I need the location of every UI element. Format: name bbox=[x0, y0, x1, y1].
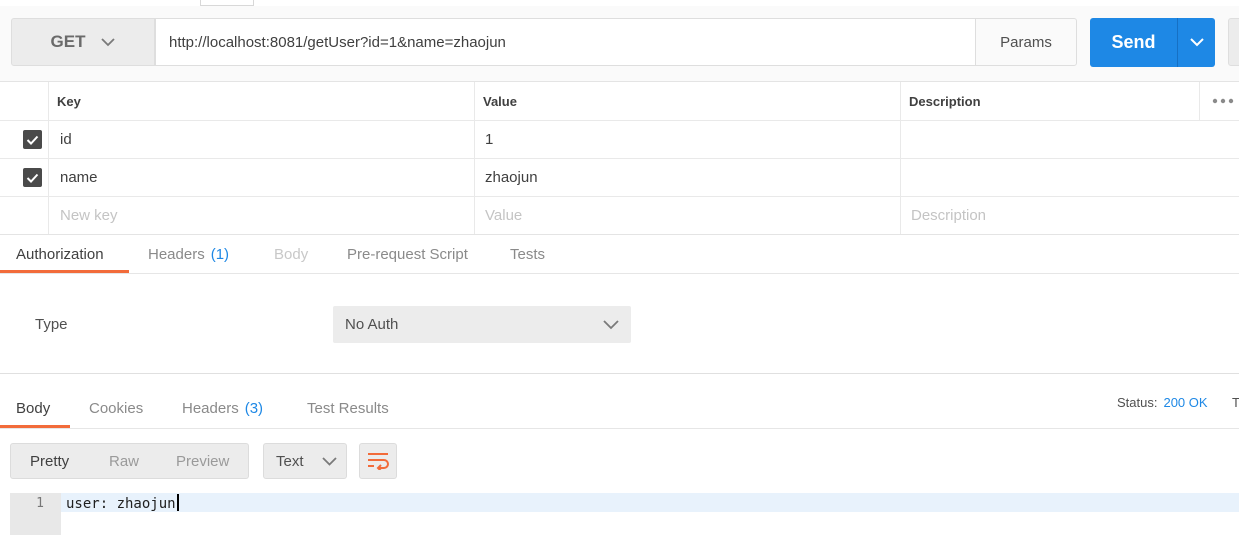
method-label: GET bbox=[50, 32, 86, 51]
preview-button[interactable]: Preview bbox=[176, 444, 229, 478]
tab-headers-count: (1) bbox=[210, 246, 230, 263]
status-value: 200 OK bbox=[1163, 395, 1208, 410]
active-line-highlight bbox=[61, 493, 1239, 512]
auth-type-select[interactable]: No Auth bbox=[333, 306, 631, 343]
new-value-input[interactable]: Value bbox=[485, 197, 522, 234]
header-key: Key bbox=[57, 93, 81, 109]
tab-response-body-label: Body bbox=[16, 400, 51, 417]
param-key[interactable]: id bbox=[60, 121, 72, 158]
raw-button[interactable]: Raw bbox=[109, 444, 139, 478]
header-description: Description bbox=[909, 93, 981, 109]
send-options-button[interactable] bbox=[1177, 18, 1215, 67]
chevron-down-icon bbox=[321, 456, 337, 466]
params-table: Key Value Description id 1 name zhaojun bbox=[0, 82, 1239, 234]
pretty-label: Pretty bbox=[30, 452, 70, 470]
response-status: Status: 200 OK bbox=[1117, 395, 1208, 410]
status-label: Status: bbox=[1117, 395, 1158, 410]
new-param-row: New key Value Description bbox=[0, 197, 1239, 234]
tab-response-headers-label: Headers bbox=[182, 400, 239, 417]
view-mode-group: Pretty Raw Preview bbox=[10, 443, 249, 479]
url-text: http://localhost:8081/getUser?id=1&name=… bbox=[169, 33, 506, 51]
more-options-icon[interactable] bbox=[1212, 82, 1234, 120]
tab-authorization[interactable]: Authorization bbox=[16, 235, 104, 274]
new-description-input[interactable]: Description bbox=[911, 197, 986, 234]
chevron-down-icon bbox=[1189, 38, 1204, 47]
tab-headers[interactable]: Headers (1) bbox=[148, 235, 229, 274]
pretty-button[interactable]: Pretty bbox=[30, 444, 69, 478]
tab-body[interactable]: Body bbox=[274, 235, 308, 274]
chevron-down-icon bbox=[603, 319, 619, 329]
auth-type-value: No Auth bbox=[345, 316, 399, 333]
tab-prerequest-script[interactable]: Pre-request Script bbox=[347, 235, 468, 274]
active-tab-indicator bbox=[0, 425, 70, 428]
tab-response-body[interactable]: Body bbox=[16, 389, 50, 428]
tab-headers-label: Headers bbox=[148, 246, 205, 263]
tab-test-results[interactable]: Test Results bbox=[307, 389, 389, 428]
params-button[interactable]: Params bbox=[975, 18, 1077, 66]
param-key[interactable]: name bbox=[60, 159, 98, 196]
params-label: Params bbox=[1000, 33, 1052, 51]
raw-label: Raw bbox=[109, 452, 140, 470]
auth-type-label: Type bbox=[35, 316, 68, 333]
save-button[interactable] bbox=[1228, 18, 1239, 66]
header-value: Value bbox=[483, 93, 517, 109]
wrap-lines-icon bbox=[368, 453, 389, 470]
checkmark-icon bbox=[23, 168, 42, 187]
chevron-down-icon bbox=[101, 37, 116, 46]
response-text: user: zhaojun bbox=[66, 496, 176, 512]
tab-tests[interactable]: Tests bbox=[510, 235, 545, 274]
tab-authorization-label: Authorization bbox=[16, 246, 104, 263]
format-label: Text bbox=[276, 452, 304, 470]
tab-cookies-label: Cookies bbox=[89, 400, 144, 417]
url-input[interactable]: http://localhost:8081/getUser?id=1&name=… bbox=[155, 18, 976, 66]
tab-response-headers[interactable]: Headers (3) bbox=[182, 389, 263, 428]
checkmark-icon bbox=[23, 130, 42, 149]
table-row: name zhaojun bbox=[0, 159, 1239, 197]
send-button[interactable]: Send bbox=[1090, 18, 1177, 67]
text-cursor bbox=[176, 494, 179, 511]
new-key-input[interactable]: New key bbox=[60, 197, 118, 234]
tab-tests-label: Tests bbox=[510, 246, 546, 263]
format-select[interactable]: Text bbox=[263, 443, 347, 479]
tab-prerequest-label: Pre-request Script bbox=[347, 246, 468, 263]
response-line[interactable]: user: zhaojun bbox=[66, 494, 179, 512]
time-label-fragment: T bbox=[1232, 395, 1239, 410]
wrap-lines-button[interactable] bbox=[359, 443, 397, 479]
row-checkbox[interactable] bbox=[23, 121, 42, 158]
tab-body-label: Body bbox=[274, 246, 309, 263]
tab-test-results-label: Test Results bbox=[307, 400, 389, 417]
line-number: 1 bbox=[36, 496, 44, 511]
param-value[interactable]: 1 bbox=[485, 121, 493, 158]
method-select[interactable]: GET bbox=[11, 18, 155, 66]
table-row: id 1 bbox=[0, 121, 1239, 159]
tab-response-headers-count: (3) bbox=[244, 400, 264, 417]
preview-label: Preview bbox=[176, 452, 230, 470]
response-tabs: Body Cookies Headers (3) Test Results bbox=[0, 387, 1239, 429]
table-header-row: Key Value Description bbox=[0, 82, 1239, 121]
request-tabs: Authorization Headers (1) Body Pre-reque… bbox=[0, 234, 1239, 274]
row-checkbox[interactable] bbox=[23, 159, 42, 196]
param-value[interactable]: zhaojun bbox=[485, 159, 538, 196]
send-label: Send bbox=[1111, 32, 1156, 52]
active-tab-indicator bbox=[0, 270, 129, 273]
tab-cookies[interactable]: Cookies bbox=[89, 389, 143, 428]
